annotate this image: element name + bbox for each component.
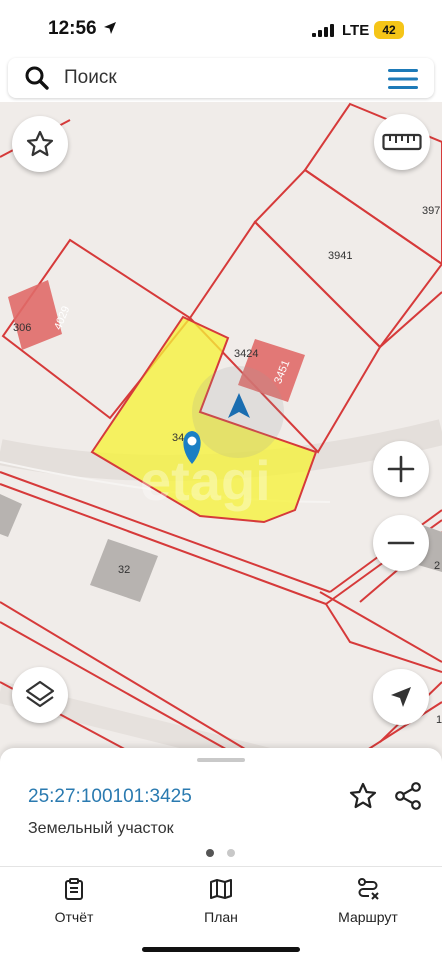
search-bar[interactable] bbox=[8, 58, 434, 98]
zoom-out-button[interactable] bbox=[373, 515, 429, 571]
locate-button[interactable] bbox=[373, 669, 429, 725]
star-icon[interactable] bbox=[348, 781, 378, 811]
nav-report-label: Отчёт bbox=[54, 909, 94, 925]
page-dot-active bbox=[206, 849, 214, 857]
building-label-32: 32 bbox=[118, 564, 131, 576]
ruler-icon bbox=[382, 133, 422, 151]
parcel-label-3941: 3941 bbox=[328, 250, 353, 262]
sheet-drag-handle[interactable] bbox=[197, 758, 245, 762]
status-time: 12:56 bbox=[48, 18, 97, 39]
ruler-button[interactable] bbox=[374, 114, 430, 170]
report-icon bbox=[65, 878, 83, 900]
search-icon[interactable] bbox=[24, 65, 50, 91]
nav-plan[interactable]: План bbox=[161, 877, 281, 927]
parcel-cadastral-number[interactable]: 25:27:100101:3425 bbox=[28, 786, 192, 808]
plus-icon bbox=[387, 455, 415, 483]
map-icon bbox=[210, 879, 232, 899]
parcel-type: Земельный участок bbox=[28, 820, 174, 837]
parcel-label-306: 306 bbox=[13, 322, 32, 334]
nav-report[interactable]: Отчёт bbox=[14, 877, 134, 927]
page-dot bbox=[227, 849, 235, 857]
location-arrow-icon bbox=[104, 22, 116, 34]
zoom-in-button[interactable] bbox=[373, 441, 429, 497]
bottom-navigation: Отчёт План Маршрут bbox=[0, 866, 442, 960]
network-type: LTE bbox=[342, 22, 370, 39]
nav-route-label: Маршрут bbox=[338, 909, 398, 925]
minus-icon bbox=[387, 541, 415, 545]
route-icon bbox=[358, 878, 379, 900]
layers-button[interactable] bbox=[12, 667, 68, 723]
nav-route[interactable]: Маршрут bbox=[308, 877, 428, 927]
parcel-label-3424: 3424 bbox=[234, 348, 259, 360]
favorite-button[interactable] bbox=[12, 116, 68, 172]
signal-icon bbox=[312, 24, 334, 37]
nav-plan-label: План bbox=[204, 909, 238, 925]
battery-indicator: 42 bbox=[374, 21, 404, 39]
parcel-label-selected: 34 bbox=[172, 432, 185, 444]
parcel-info-sheet[interactable]: 25:27:100101:3425 Земельный участок bbox=[0, 748, 442, 866]
hamburger-menu-icon[interactable] bbox=[386, 66, 420, 92]
parcel-label-2: 2 bbox=[434, 560, 441, 572]
share-icon[interactable] bbox=[393, 781, 423, 811]
status-bar: 12:56 LTE 42 bbox=[0, 0, 442, 56]
star-icon bbox=[26, 130, 54, 157]
navigation-arrow-icon bbox=[391, 687, 411, 707]
home-indicator[interactable] bbox=[142, 947, 300, 952]
page-indicator bbox=[205, 849, 239, 857]
search-input[interactable] bbox=[64, 63, 364, 93]
layers-icon bbox=[25, 680, 55, 708]
parcel-label-397: 397 bbox=[422, 205, 441, 217]
map-watermark: etagi bbox=[140, 449, 271, 512]
parcel-label-1: 1 bbox=[436, 714, 442, 726]
